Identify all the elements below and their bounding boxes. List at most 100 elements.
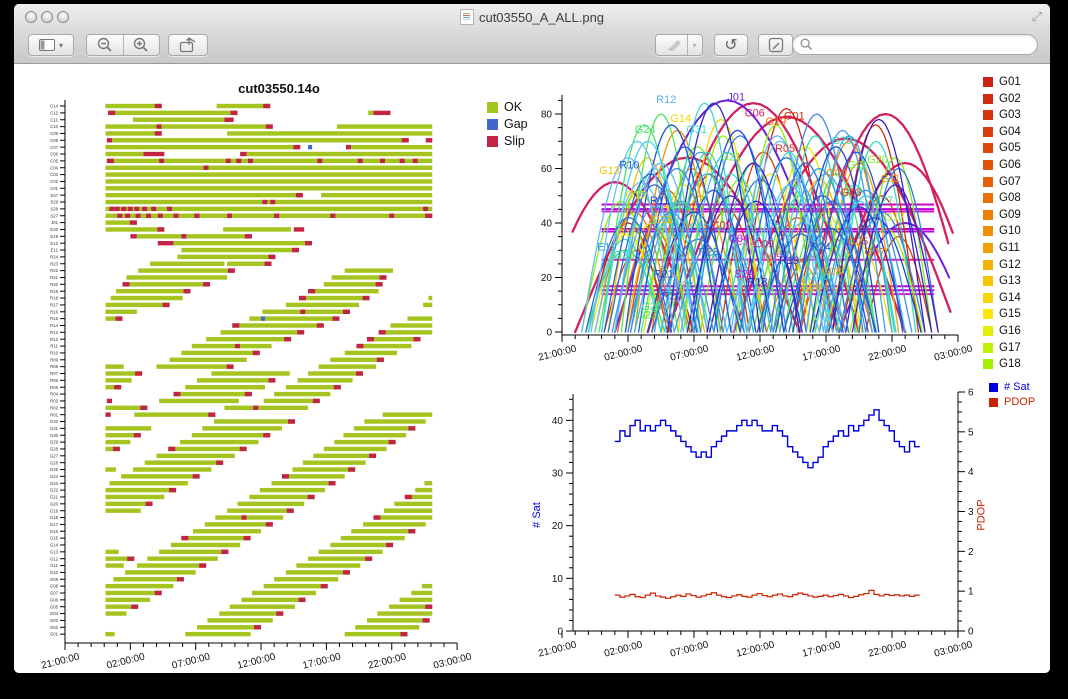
elev-legend-item-G13: G13 xyxy=(983,275,1021,287)
svg-text:R19: R19 xyxy=(779,255,799,267)
svg-text:G08: G08 xyxy=(50,584,59,589)
svg-text:E19: E19 xyxy=(50,234,58,239)
svg-text:G12: G12 xyxy=(50,556,59,561)
svg-text:C08: C08 xyxy=(50,138,58,143)
svg-text:R23: R23 xyxy=(50,261,58,266)
svg-text:17:00:00: 17:00:00 xyxy=(302,651,343,671)
svg-text:R07: R07 xyxy=(50,371,58,376)
avail-legend: OK Gap Slip xyxy=(487,100,528,151)
view-menu-button[interactable]: ▾ xyxy=(28,34,74,56)
toolbar: ▾ ▾ ↺ xyxy=(14,29,1050,64)
fullscreen-icon[interactable]: ⤢ xyxy=(1032,9,1042,25)
window-title: cut03550_A_ALL.png xyxy=(14,9,1050,25)
svg-text:J01: J01 xyxy=(51,220,59,225)
elev-legend-item-G02: G02 xyxy=(983,93,1021,105)
elevation-legend: G01G02G03G04G05G06G07G08G09G10G11G12G13G… xyxy=(983,76,1021,375)
svg-text:G20: G20 xyxy=(867,154,888,166)
svg-text:02:00:00: 02:00:00 xyxy=(603,343,644,363)
svg-text:E12: E12 xyxy=(689,222,709,234)
elev-legend-item-G15: G15 xyxy=(983,308,1021,320)
legend-label: G13 xyxy=(999,275,1021,287)
svg-text:R04: R04 xyxy=(50,392,58,397)
svg-text:G31: G31 xyxy=(50,426,59,431)
svg-text:C02: C02 xyxy=(803,203,823,215)
svg-text:21:00:00: 21:00:00 xyxy=(40,651,81,671)
legend-swatch xyxy=(983,226,993,236)
svg-text:C14: C14 xyxy=(50,104,58,109)
svg-text:G13: G13 xyxy=(599,165,620,177)
svg-text:03:00:00: 03:00:00 xyxy=(933,343,974,363)
rotate-left-button[interactable]: ↺ xyxy=(714,34,748,56)
svg-text:30: 30 xyxy=(552,469,564,480)
title-bar[interactable]: cut03550_A_ALL.png ⤢ xyxy=(14,4,1050,29)
svg-text:G17: G17 xyxy=(884,211,905,223)
legend-label: G02 xyxy=(999,93,1021,105)
elev-legend-item-G12: G12 xyxy=(983,259,1021,271)
elev-legend-item-G09: G09 xyxy=(983,209,1021,221)
legend-swatch xyxy=(983,359,993,369)
svg-text:C05: C05 xyxy=(50,158,58,163)
svg-text:G06: G06 xyxy=(801,282,822,294)
svg-text:07:00:00: 07:00:00 xyxy=(669,639,710,659)
svg-text:C06: C06 xyxy=(745,108,765,120)
svg-text:R21: R21 xyxy=(50,275,58,280)
elev-legend-item-G11: G11 xyxy=(983,242,1021,254)
markup-tools-button[interactable]: ▾ xyxy=(655,34,703,56)
svg-text:G03: G03 xyxy=(50,618,59,623)
legend-label: G18 xyxy=(999,358,1021,370)
svg-text:12:00:00: 12:00:00 xyxy=(735,639,776,659)
legend-label: G09 xyxy=(999,209,1021,221)
svg-text:C09: C09 xyxy=(50,131,58,136)
legend-label: G05 xyxy=(999,142,1021,154)
zoom-out-button[interactable] xyxy=(87,35,123,55)
edit-pencil-icon xyxy=(768,37,784,53)
svg-text:G13: G13 xyxy=(50,549,59,554)
edit-markup-button[interactable] xyxy=(758,34,793,56)
elev-legend-item-G10: G10 xyxy=(983,225,1021,237)
legend-label: # Sat xyxy=(1004,381,1030,393)
legend-swatch xyxy=(983,309,993,319)
avail-legend-item-Gap: Gap xyxy=(487,117,528,131)
search-field[interactable] xyxy=(792,34,1038,55)
svg-text:R11: R11 xyxy=(50,344,58,349)
svg-text:G10: G10 xyxy=(50,570,59,575)
legend-label: OK xyxy=(504,100,522,114)
svg-text:40: 40 xyxy=(552,416,564,427)
svg-text:R17: R17 xyxy=(50,303,58,308)
svg-text:40: 40 xyxy=(541,219,553,230)
legend-swatch xyxy=(989,398,998,407)
svg-text:S29: S29 xyxy=(50,200,58,205)
legend-label: G07 xyxy=(999,176,1021,188)
legend-swatch xyxy=(983,326,993,336)
svg-text:G19: G19 xyxy=(50,508,59,513)
legend-swatch xyxy=(983,210,993,220)
avail-chart-title: cut03550.14o xyxy=(189,81,369,96)
svg-text:C10: C10 xyxy=(50,124,58,129)
legend-swatch xyxy=(983,343,993,353)
svg-text:S28: S28 xyxy=(50,206,58,211)
svg-text:R13: R13 xyxy=(50,330,58,335)
svg-text:G11: G11 xyxy=(881,173,901,185)
legend-label: Slip xyxy=(504,134,525,148)
svg-text:R20: R20 xyxy=(50,282,58,287)
svg-text:G16: G16 xyxy=(616,228,637,240)
search-input[interactable] xyxy=(817,37,1037,53)
svg-text:G15: G15 xyxy=(626,189,647,201)
svg-text:G27: G27 xyxy=(50,453,59,458)
svg-text:R16: R16 xyxy=(50,309,58,314)
svg-text:G09: G09 xyxy=(826,168,847,180)
share-button[interactable] xyxy=(168,34,208,56)
legend-swatch xyxy=(983,293,993,303)
legend-swatch xyxy=(487,119,498,130)
svg-text:G12: G12 xyxy=(652,214,673,226)
svg-text:G21: G21 xyxy=(721,151,742,163)
pdop-axis-label: PDOP xyxy=(976,499,988,530)
svg-text:0: 0 xyxy=(968,627,974,638)
svg-text:G31: G31 xyxy=(686,124,707,136)
svg-text:R18: R18 xyxy=(50,296,58,301)
zoom-in-button[interactable] xyxy=(123,35,159,55)
elev-legend-item-G16: G16 xyxy=(983,325,1021,337)
svg-text:G19: G19 xyxy=(765,116,786,128)
svg-text:R12: R12 xyxy=(50,337,58,342)
legend-swatch xyxy=(983,77,993,87)
